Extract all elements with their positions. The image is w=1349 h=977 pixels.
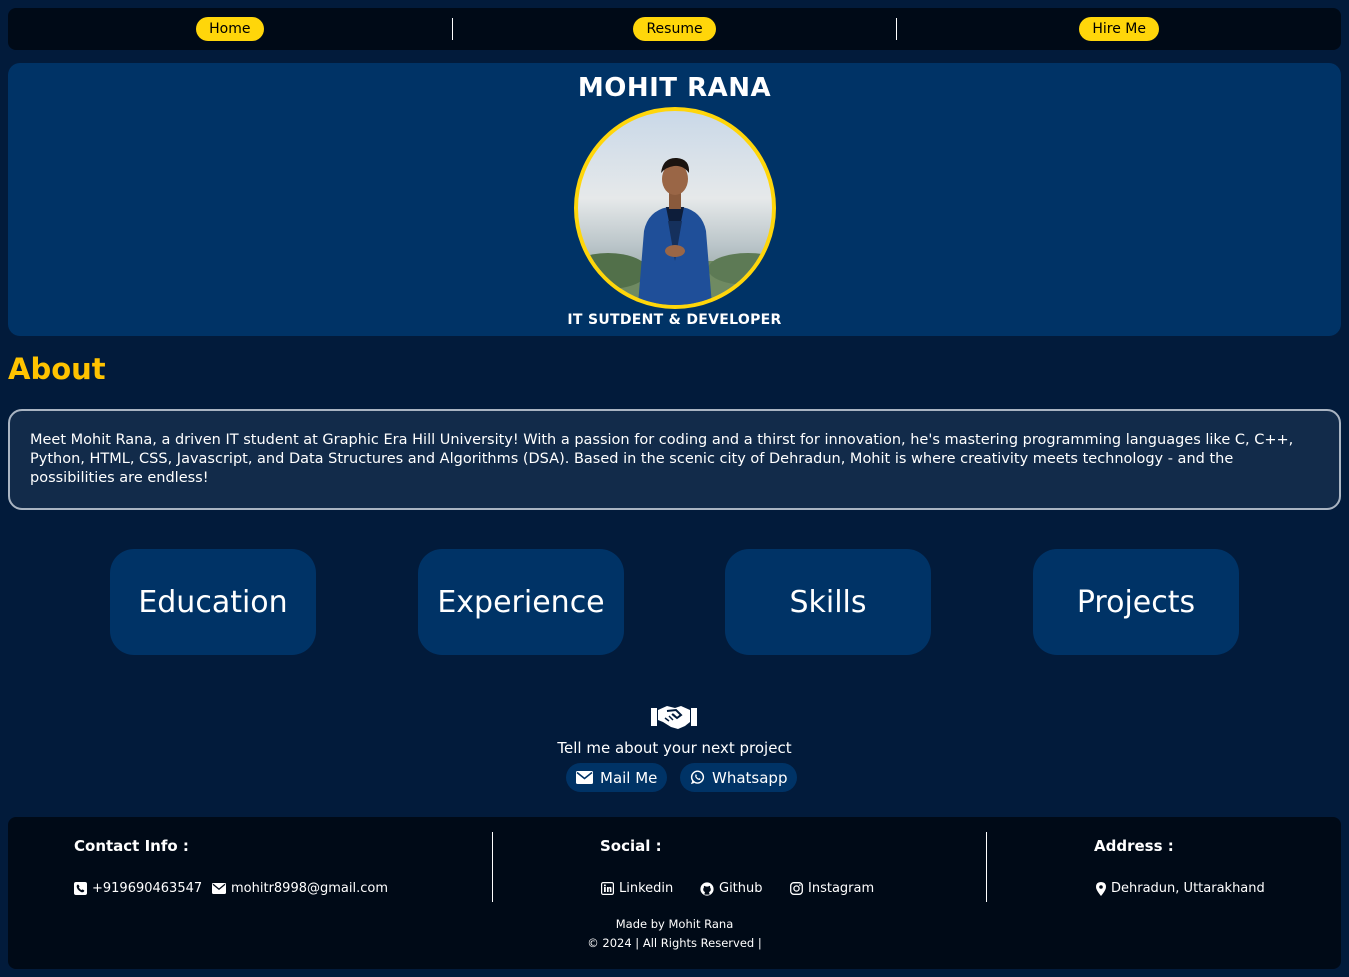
whatsapp-icon bbox=[690, 770, 705, 785]
profile-photo bbox=[574, 107, 776, 309]
footer-divider bbox=[986, 832, 987, 902]
footer-address: Dehradun, Uttarakhand bbox=[1096, 881, 1265, 896]
projects-card[interactable]: Projects bbox=[1033, 549, 1239, 655]
footer-email[interactable]: mohitr8998@gmail.com bbox=[212, 881, 388, 896]
social-heading: Social : bbox=[600, 837, 662, 855]
about-heading: About bbox=[8, 352, 106, 386]
linkedin-label: Linkedin bbox=[619, 881, 674, 896]
linkedin-link[interactable]: Linkedin bbox=[601, 881, 673, 896]
education-card[interactable]: Education bbox=[110, 549, 316, 655]
email-address: mohitr8998@gmail.com bbox=[231, 881, 388, 896]
address-text: Dehradun, Uttarakhand bbox=[1111, 881, 1265, 896]
github-icon bbox=[700, 881, 714, 896]
mail-me-button[interactable]: Mail Me bbox=[566, 763, 668, 792]
nav-cell-resume: Resume bbox=[453, 8, 897, 50]
made-by-text: Made by Mohit Rana bbox=[615, 917, 734, 931]
handshake-icon bbox=[651, 706, 697, 729]
whatsapp-label: Whatsapp bbox=[712, 768, 788, 787]
profile-name: MOHIT RANA bbox=[577, 73, 772, 103]
instagram-link[interactable]: Instagram bbox=[790, 881, 874, 896]
top-nav: Home Resume Hire Me bbox=[8, 8, 1341, 50]
footer-phone[interactable]: +919690463547 bbox=[74, 881, 202, 896]
mail-me-label: Mail Me bbox=[600, 768, 658, 787]
footer-divider bbox=[492, 832, 493, 902]
hero-section: MOHIT RANA IT SUTDENT & DEVELOPER bbox=[8, 63, 1341, 336]
contact-info-heading: Contact Info : bbox=[74, 837, 189, 855]
whatsapp-button[interactable]: Whatsapp bbox=[680, 763, 798, 792]
profile-role: IT SUTDENT & DEVELOPER bbox=[567, 312, 782, 328]
instagram-label: Instagram bbox=[808, 881, 875, 896]
person-illustration bbox=[578, 157, 772, 305]
map-pin-icon bbox=[1096, 881, 1106, 896]
about-text: Meet Mohit Rana, a driven IT student at … bbox=[8, 409, 1341, 510]
nav-cell-hire: Hire Me bbox=[897, 8, 1341, 50]
envelope-icon bbox=[212, 883, 226, 894]
address-heading: Address : bbox=[1094, 837, 1174, 855]
phone-icon bbox=[74, 882, 87, 895]
github-link[interactable]: Github bbox=[700, 881, 763, 896]
cta-text: Tell me about your next project bbox=[557, 739, 792, 757]
nav-cell-home: Home bbox=[8, 8, 452, 50]
footer: Contact Info : +919690463547 mohitr8998@… bbox=[8, 817, 1341, 969]
instagram-icon bbox=[790, 882, 803, 895]
linkedin-icon bbox=[601, 882, 614, 895]
nav-home-button[interactable]: Home bbox=[196, 17, 264, 41]
phone-number: +919690463547 bbox=[92, 881, 203, 896]
envelope-icon bbox=[576, 771, 593, 784]
nav-hire-me-button[interactable]: Hire Me bbox=[1079, 17, 1159, 41]
experience-card[interactable]: Experience bbox=[418, 549, 624, 655]
github-label: Github bbox=[719, 881, 763, 896]
nav-resume-button[interactable]: Resume bbox=[633, 17, 716, 41]
skills-card[interactable]: Skills bbox=[725, 549, 931, 655]
copyright-text: © 2024 | All Rights Reserved | bbox=[587, 936, 762, 950]
